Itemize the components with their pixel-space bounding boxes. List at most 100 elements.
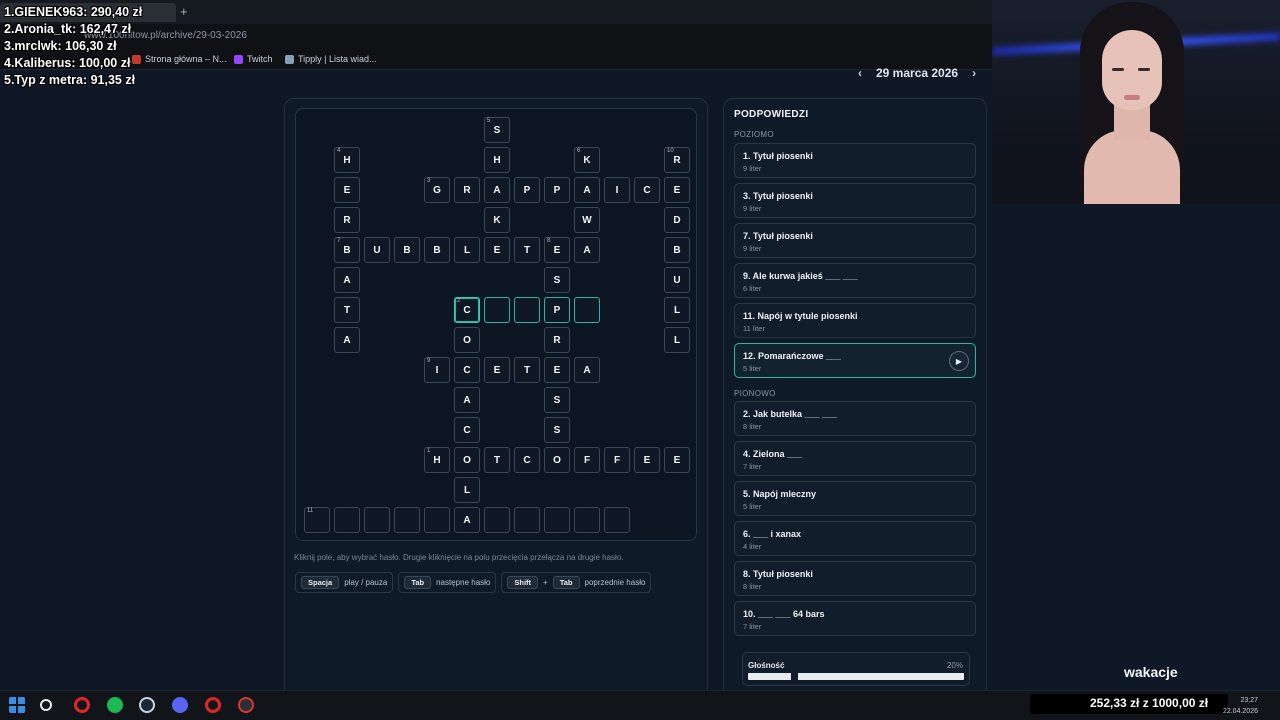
crossword-cell[interactable]: F	[574, 447, 600, 473]
crossword-cell[interactable]: 5S	[484, 117, 510, 143]
crossword-cell[interactable]: E	[664, 177, 690, 203]
crossword-cell[interactable]: A	[484, 177, 510, 203]
crossword-cell[interactable]	[514, 507, 540, 533]
crossword-cell[interactable]: 8E	[544, 237, 570, 263]
crossword-cell[interactable]: 2C	[454, 297, 480, 323]
crossword-cell[interactable]: U	[664, 267, 690, 293]
crossword-cell[interactable]	[364, 507, 390, 533]
new-tab-icon[interactable]: +	[180, 4, 188, 19]
windows-start-icon[interactable]	[9, 697, 25, 713]
crossword-cell[interactable]	[334, 507, 360, 533]
clue-across-3[interactable]: 3. Tytuł piosenki 9 liter	[734, 183, 976, 218]
crossword-cell[interactable]	[574, 297, 600, 323]
crossword-cell[interactable]: A	[334, 327, 360, 353]
crossword-cell[interactable]: E	[544, 357, 570, 383]
crossword-cell[interactable]: H	[484, 147, 510, 173]
crossword-cell[interactable]: A	[574, 177, 600, 203]
crossword-cell[interactable]: U	[364, 237, 390, 263]
crossword-cell[interactable]	[514, 297, 540, 323]
crossword-cell[interactable]: C	[634, 177, 660, 203]
crossword-cell[interactable]	[484, 507, 510, 533]
crossword-cell[interactable]: E	[334, 177, 360, 203]
crossword-cell[interactable]: C	[454, 357, 480, 383]
opera-gx-icon[interactable]	[205, 697, 221, 713]
crossword-cell[interactable]: F	[604, 447, 630, 473]
crossword-cell[interactable]: 9I	[424, 357, 450, 383]
spotify-icon[interactable]	[107, 697, 123, 713]
crossword-cell[interactable]: K	[484, 207, 510, 233]
volume-thumb[interactable]	[791, 673, 798, 680]
crossword-cell[interactable]: B	[424, 237, 450, 263]
clue-across-1[interactable]: 1. Tytuł piosenki 9 liter	[734, 143, 976, 178]
bookmark-twitch[interactable]: Twitch	[234, 54, 273, 64]
crossword-cell[interactable]: B	[664, 237, 690, 263]
clue-across-9[interactable]: 9. Ale kurwa jakieś ___ ___ 6 liter	[734, 263, 976, 298]
crossword-cell[interactable]: A	[334, 267, 360, 293]
crossword-cell[interactable]: L	[664, 297, 690, 323]
clue-down-10[interactable]: 10. ___ ___ 64 bars 7 liter	[734, 601, 976, 636]
crossword-cell[interactable]: 6K	[574, 147, 600, 173]
crossword-cell[interactable]	[394, 507, 420, 533]
crossword-cell[interactable]: S	[544, 417, 570, 443]
volume-slider[interactable]	[748, 673, 964, 680]
crossword-cell[interactable]: E	[664, 447, 690, 473]
crossword-cell[interactable]	[544, 507, 570, 533]
crossword-cell[interactable]: 10 R	[664, 147, 690, 173]
crossword-cell[interactable]	[604, 507, 630, 533]
crossword-cell[interactable]: R	[334, 207, 360, 233]
clue-down-4[interactable]: 4. Zielona ___ 7 liter	[734, 441, 976, 476]
crossword-cell[interactable]: P	[544, 177, 570, 203]
crossword-cell[interactable]: P	[514, 177, 540, 203]
bookmark-strona-glowna[interactable]: Strona główna – N...	[132, 54, 227, 64]
clue-down-5[interactable]: 5. Napój mleczny 5 liter	[734, 481, 976, 516]
crossword-cell[interactable]: T	[514, 237, 540, 263]
crossword-cell[interactable]: E	[484, 357, 510, 383]
crossword-cell[interactable]: L	[454, 237, 480, 263]
crossword-cell[interactable]: W	[574, 207, 600, 233]
clue-down-8[interactable]: 8. Tytuł piosenki 8 liter	[734, 561, 976, 596]
crossword-cell[interactable]: P	[544, 297, 570, 323]
bookmark-tipply[interactable]: Tipply | Lista wiad...	[285, 54, 377, 64]
crossword-cell[interactable]: S	[544, 387, 570, 413]
crossword-cell[interactable]: L	[454, 477, 480, 503]
opera-icon[interactable]	[74, 697, 90, 713]
clue-across-11[interactable]: 11. Napój w tytule piosenki 11 liter	[734, 303, 976, 338]
crossword-cell[interactable]: O	[454, 447, 480, 473]
crossword-cell[interactable]: E	[634, 447, 660, 473]
clue-down-2[interactable]: 2. Jak butelka ___ ___ 8 liter	[734, 401, 976, 436]
app-icon[interactable]	[238, 697, 254, 713]
crossword-cell[interactable]: T	[484, 447, 510, 473]
crossword-cell[interactable]: A	[454, 387, 480, 413]
crossword-cell[interactable]	[574, 507, 600, 533]
crossword-cell[interactable]: O	[454, 327, 480, 353]
system-clock[interactable]: 23:27 22.04.2026	[1223, 695, 1258, 717]
crossword-cell[interactable]: 3G	[424, 177, 450, 203]
crossword-cell[interactable]: I	[604, 177, 630, 203]
chevron-right-icon[interactable]: ›	[972, 66, 976, 80]
crossword-cell[interactable]: L	[664, 327, 690, 353]
crossword-cell[interactable]: S	[544, 267, 570, 293]
crossword-cell[interactable]	[484, 297, 510, 323]
clue-across-12[interactable]: 12. Pomarańczowe ___ 5 liter ▶	[734, 343, 976, 378]
clue-down-6[interactable]: 6. ___ i xanax 4 liter	[734, 521, 976, 556]
crossword-cell[interactable]: R	[454, 177, 480, 203]
crossword-cell[interactable]: 1H	[424, 447, 450, 473]
crossword-cell[interactable]	[424, 507, 450, 533]
crossword-cell[interactable]: T	[334, 297, 360, 323]
discord-icon[interactable]	[172, 697, 188, 713]
search-icon[interactable]	[40, 699, 52, 711]
crossword-cell[interactable]: E	[484, 237, 510, 263]
crossword-cell[interactable]: T	[514, 357, 540, 383]
crossword-cell[interactable]: 4H	[334, 147, 360, 173]
crossword-cell[interactable]: C	[514, 447, 540, 473]
crossword-cell[interactable]: A	[454, 507, 480, 533]
crossword-cell[interactable]: A	[574, 237, 600, 263]
crossword-cell[interactable]: O	[544, 447, 570, 473]
crossword-cell[interactable]: 7B	[334, 237, 360, 263]
clue-across-7[interactable]: 7. Tytuł piosenki 9 liter	[734, 223, 976, 258]
steam-icon[interactable]	[139, 697, 155, 713]
crossword-cell[interactable]: B	[394, 237, 420, 263]
crossword-cell[interactable]: R	[544, 327, 570, 353]
crossword-cell[interactable]: C	[454, 417, 480, 443]
crossword-cell[interactable]: D	[664, 207, 690, 233]
